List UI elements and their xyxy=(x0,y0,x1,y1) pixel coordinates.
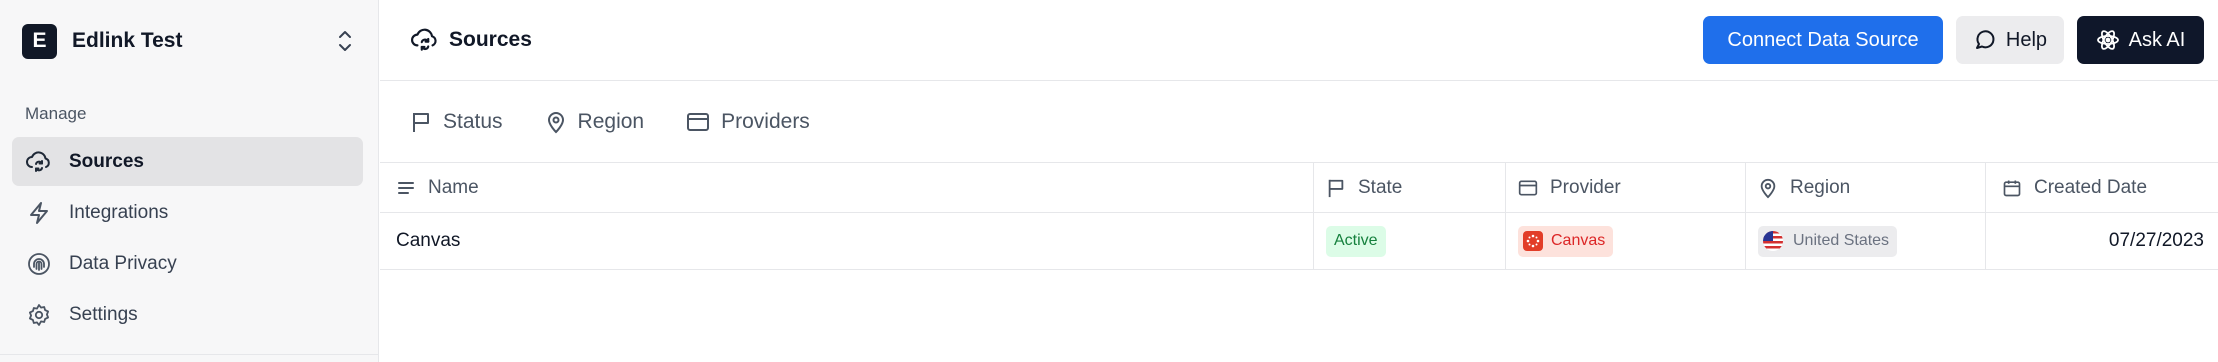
gear-icon xyxy=(25,301,53,329)
filter-region-label: Region xyxy=(577,110,645,133)
column-header-provider[interactable]: Provider xyxy=(1506,163,1746,212)
sidebar-item-integrations[interactable]: Integrations xyxy=(12,188,363,237)
cell-region: United States xyxy=(1746,213,1986,269)
cloud-sync-icon xyxy=(25,148,53,176)
chevron-up-down-icon[interactable] xyxy=(334,24,356,58)
column-header-created-date[interactable]: Created Date xyxy=(1986,163,2218,212)
connect-data-source-button[interactable]: Connect Data Source xyxy=(1703,16,1943,64)
column-label: Created Date xyxy=(2034,176,2148,198)
filter-status[interactable]: Status xyxy=(410,110,503,134)
filter-bar: Status Region Providers xyxy=(380,82,2218,163)
sidebar-item-label: Integrations xyxy=(69,201,169,223)
page-header: Sources Connect Data Source Help Ask AI xyxy=(380,0,2218,81)
filter-status-label: Status xyxy=(443,110,503,133)
page-title-text: Sources xyxy=(449,28,532,51)
lines-icon xyxy=(396,178,416,198)
workspace-switcher[interactable]: E Edlink Test xyxy=(22,23,356,59)
cell-state: Active xyxy=(1314,213,1506,269)
table-row[interactable]: Canvas Active Canvas United States 07/27… xyxy=(380,213,2218,270)
column-label: State xyxy=(1358,176,1403,198)
ask-ai-button[interactable]: Ask AI xyxy=(2077,16,2204,64)
atom-icon xyxy=(2096,28,2120,52)
filter-providers[interactable]: Providers xyxy=(686,110,810,134)
cloud-sync-icon xyxy=(411,27,439,53)
page-title: Sources xyxy=(411,27,532,53)
column-label: Provider xyxy=(1550,176,1621,198)
sources-table: Name State Provider Region Created Date … xyxy=(380,163,2218,270)
column-label: Region xyxy=(1790,176,1851,198)
sidebar: E Edlink Test Manage Sources Integration… xyxy=(0,0,379,362)
fingerprint-icon xyxy=(25,250,53,278)
sidebar-nav: Sources Integrations Data Privacy Settin… xyxy=(12,137,363,341)
provider-badge: Canvas xyxy=(1518,225,1614,257)
help-button[interactable]: Help xyxy=(1956,16,2064,64)
sidebar-item-sources[interactable]: Sources xyxy=(12,137,363,186)
column-header-state[interactable]: State xyxy=(1314,163,1506,212)
flag-icon xyxy=(410,110,432,134)
us-flag-icon xyxy=(1763,231,1783,251)
sidebar-item-label: Settings xyxy=(69,303,138,325)
sidebar-item-label: Sources xyxy=(69,150,144,172)
filter-providers-label: Providers xyxy=(721,110,810,133)
flag-icon xyxy=(1326,177,1346,199)
region-badge: United States xyxy=(1758,225,1898,257)
chat-bubble-icon xyxy=(1973,28,1997,52)
sidebar-item-settings[interactable]: Settings xyxy=(12,290,363,339)
sidebar-section-label: Manage xyxy=(25,104,87,123)
workspace-name: Edlink Test xyxy=(72,29,183,52)
status-badge: Active xyxy=(1326,225,1386,257)
workspace-avatar: E xyxy=(22,23,57,59)
filter-region[interactable]: Region xyxy=(545,110,645,134)
help-button-label: Help xyxy=(2005,28,2048,51)
column-header-region[interactable]: Region xyxy=(1746,163,1986,212)
cell-name: Canvas xyxy=(380,213,1314,269)
sidebar-divider xyxy=(0,354,378,355)
sidebar-item-data-privacy[interactable]: Data Privacy xyxy=(12,239,363,288)
ask-ai-button-label: Ask AI xyxy=(2128,28,2186,51)
table-header: Name State Provider Region Created Date xyxy=(380,163,2218,213)
cell-created-date: 07/27/2023 xyxy=(2108,230,2204,251)
header-actions: Connect Data Source Help Ask AI xyxy=(1703,16,2204,64)
column-header-name[interactable]: Name xyxy=(380,163,1314,212)
calendar-icon xyxy=(2002,178,2022,198)
column-label: Name xyxy=(428,176,479,198)
window-icon xyxy=(1518,178,1538,198)
canvas-logo-icon xyxy=(1523,231,1543,251)
sidebar-item-label: Data Privacy xyxy=(69,252,177,274)
window-icon xyxy=(686,110,710,134)
location-pin-icon xyxy=(1758,177,1778,199)
provider-name: Canvas xyxy=(1551,232,1606,249)
region-name: United States xyxy=(1793,232,1890,249)
cell-provider: Canvas xyxy=(1506,213,1746,269)
location-pin-icon xyxy=(545,110,567,134)
lightning-icon xyxy=(25,199,53,227)
